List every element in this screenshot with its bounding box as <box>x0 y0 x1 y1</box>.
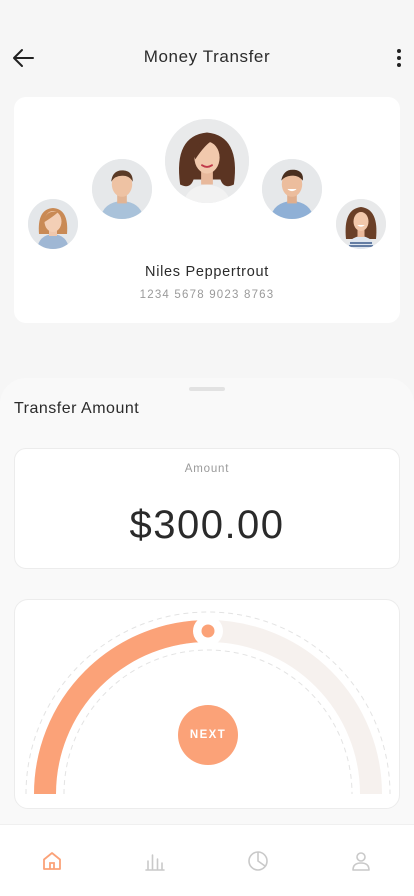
amount-card: Amount $300.00 <box>14 448 400 569</box>
avatar-woman-curly-image <box>165 119 249 203</box>
pie-chart-icon <box>247 851 268 871</box>
tab-reports[interactable] <box>206 825 309 896</box>
page-title: Money Transfer <box>143 47 271 66</box>
home-icon <box>42 852 61 870</box>
transfer-sheet: Transfer Amount Amount $300.00 NEXT <box>0 378 414 896</box>
tab-statistics[interactable] <box>103 825 206 896</box>
avatar-woman-brunette-image <box>336 199 386 249</box>
money-transfer-screen: Money Transfer Niles Peppertrout 1234 56… <box>0 0 414 896</box>
recipient-card-number: 1234 5678 9023 8763 <box>139 289 275 301</box>
more-vertical-icon <box>392 44 406 67</box>
avatar-man-short-hair-image <box>92 159 152 219</box>
amount-dial-card: NEXT <box>14 599 400 809</box>
more-options-button[interactable] <box>392 44 406 72</box>
avatar-man-smiling-image <box>262 159 322 219</box>
dial-progress <box>34 620 209 795</box>
dial-knob-dot <box>201 624 215 638</box>
avatar-man-short-hair[interactable] <box>92 159 152 219</box>
bottom-tab-bar <box>0 824 414 896</box>
avatar-woman-blonde-image <box>28 199 78 249</box>
recipient-card: Niles Peppertrout 1234 5678 9023 8763 <box>14 97 400 323</box>
avatar-woman-blonde[interactable] <box>28 199 78 249</box>
avatar-man-smiling[interactable] <box>262 159 322 219</box>
amount-label: Amount <box>184 463 230 475</box>
tab-profile[interactable] <box>309 825 412 896</box>
avatar-woman-curly[interactable] <box>165 119 249 203</box>
avatar-woman-brunette[interactable] <box>336 199 386 249</box>
transfer-amount-title: Transfer Amount <box>14 400 140 417</box>
user-icon <box>351 852 370 871</box>
next-button[interactable]: NEXT <box>178 705 238 765</box>
header: Money Transfer <box>0 0 414 96</box>
recipient-name: Niles Peppertrout <box>145 264 269 280</box>
sheet-drag-handle[interactable] <box>189 387 225 391</box>
bar-chart-icon <box>144 854 165 871</box>
tab-home[interactable] <box>0 825 103 896</box>
amount-value[interactable]: $300.00 <box>15 503 399 548</box>
